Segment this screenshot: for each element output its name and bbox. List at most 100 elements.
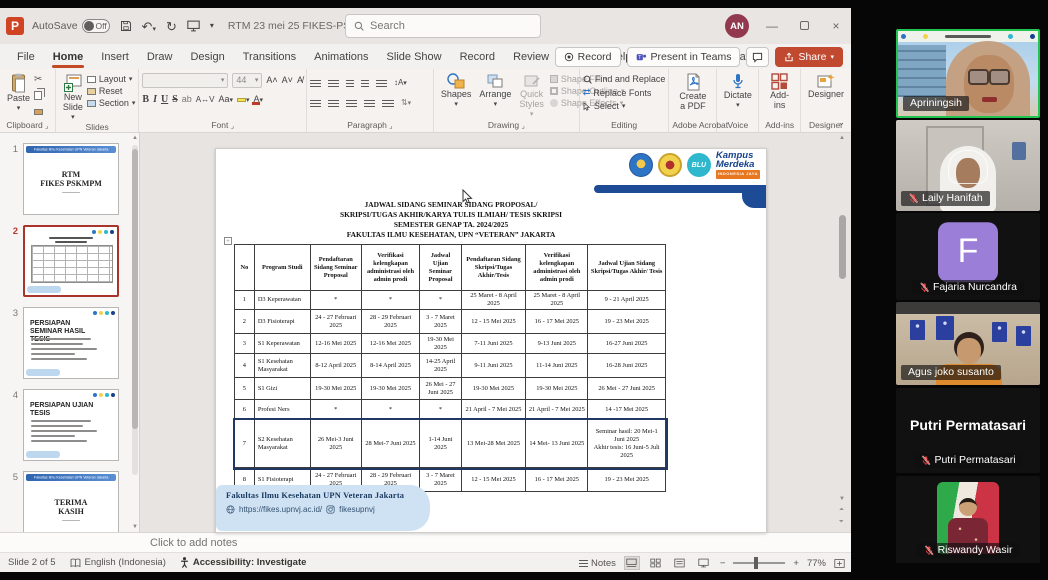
table-cell[interactable]: 13 Mei-28 Mei 2025	[461, 420, 526, 468]
font-size-combobox[interactable]: 44▾	[232, 73, 262, 88]
previous-slide-icon[interactable]: ⏶	[839, 507, 844, 514]
scroll-down-icon[interactable]: ▼	[839, 496, 845, 502]
table-cell[interactable]: 4	[235, 354, 255, 378]
table-row[interactable]: 6Profesi Ners***21 April - 7 Mei 202521 …	[235, 400, 666, 420]
tab-insert[interactable]: Insert	[92, 47, 138, 69]
table-cell[interactable]: 21 April - 7 Mei 2025	[461, 400, 526, 420]
slide-thumbnail-5[interactable]: Fakultas Ilmu Kesehatan UPN Veteran Jaka…	[23, 471, 119, 532]
autosave-switch[interactable]: Off	[82, 19, 110, 33]
table-cell[interactable]: D3 Fisioterapi	[254, 310, 310, 334]
table-cell[interactable]: 6	[235, 400, 255, 420]
table-row[interactable]: 1D3 Keperawatan***25 Maret - 8 April 202…	[235, 291, 666, 310]
decrease-indent-icon[interactable]	[346, 78, 354, 87]
slide-thumbnail-2[interactable]	[23, 225, 119, 297]
close-button[interactable]: ×	[827, 19, 845, 33]
tab-transitions[interactable]: Transitions	[234, 47, 305, 69]
table-cell[interactable]: 3 - 7 Maret 2025	[420, 310, 461, 334]
participant-tile[interactable]: Laily Hanifah	[896, 120, 1040, 211]
collapse-ribbon-icon[interactable]: ⌄	[837, 117, 845, 128]
clipboard-dialog-launcher[interactable]: ⌟	[45, 123, 48, 130]
zoom-slider-thumb[interactable]	[754, 557, 758, 569]
shapes-button[interactable]: Shapes ▾	[437, 72, 476, 110]
notes-pane[interactable]: Click to add notes	[0, 532, 851, 552]
copy-icon[interactable]	[34, 87, 43, 105]
dictate-button[interactable]: Dictate ▾	[720, 72, 756, 111]
table-cell[interactable]: Seminar hasil: 20 Mei-1 Juni 2025 Akhir …	[588, 420, 666, 468]
accessibility-status[interactable]: Accessibility: Investigate	[180, 557, 307, 568]
scrollbar-thumb[interactable]	[839, 215, 846, 279]
slide-thumbnail-1[interactable]: Fakultas Ilmu Kesehatan UPN Veteran Jaka…	[23, 143, 119, 215]
strikethrough-button[interactable]: S	[172, 94, 178, 105]
select-button[interactable]: Select ▾	[583, 101, 626, 111]
table-header-cell[interactable]: Jadwal Ujian Sidang Skripsi/Tugas Akhir/…	[588, 245, 666, 291]
table-header-cell[interactable]: No	[235, 245, 255, 291]
table-row[interactable]: 4S1 Kesehatan Masyarakat8-12 April 20258…	[235, 354, 666, 378]
table-cell[interactable]: 16-28 Juni 2025	[588, 354, 666, 378]
align-left-icon[interactable]	[310, 98, 321, 107]
table-cell[interactable]: 8-14 April 2025	[361, 354, 420, 378]
table-cell[interactable]: 28 - 29 Februari 2025	[361, 310, 420, 334]
autosave-toggle[interactable]: AutoSave Off	[32, 19, 110, 33]
slide-thumbnail-3[interactable]: PERSIAPAN SEMINAR HASIL TESIS	[23, 307, 119, 379]
table-cell[interactable]: 12-16 Mei 2025	[361, 334, 420, 354]
tab-file[interactable]: File	[8, 47, 44, 69]
schedule-table[interactable]: NoProgram StudiPendaftaran Sidang Semina…	[234, 244, 666, 492]
search-input[interactable]: Search	[345, 14, 541, 38]
slideshow-view-button[interactable]	[696, 556, 712, 570]
create-pdf-button[interactable]: Create a PDF	[675, 72, 710, 113]
table-cell[interactable]: 21 April - 7 Mei 2025	[526, 400, 588, 420]
section-button[interactable]: Section ▾	[87, 98, 136, 108]
paragraph-dialog-launcher[interactable]: ⌟	[389, 123, 392, 130]
arrange-button[interactable]: Arrange ▾	[475, 72, 515, 110]
slide-scrollbar[interactable]: ▲ ▼ ⏶ ⏷	[838, 135, 847, 530]
redo-icon[interactable]: ↻	[166, 20, 177, 33]
table-cell[interactable]: 24 - 27 Februari 2025	[310, 310, 361, 334]
table-cell[interactable]: S1 Kesehatan Masyarakat	[254, 354, 310, 378]
sort-direction-icon[interactable]: ↕A▾	[394, 78, 407, 87]
participant-tile[interactable]: Apriningsih	[896, 29, 1040, 118]
table-cell[interactable]: *	[420, 400, 461, 420]
line-spacing-icon[interactable]	[376, 78, 387, 87]
font-color-icon[interactable]: A▾	[254, 94, 264, 105]
participant-tile[interactable]: Agus joko susanto	[896, 302, 1040, 385]
maximize-button[interactable]	[795, 19, 813, 33]
table-header-cell[interactable]: Jadwal Ujian Seminar Proposal	[420, 245, 461, 291]
table-cell[interactable]: 2	[235, 310, 255, 334]
table-cell[interactable]: S1 Gizi	[254, 378, 310, 400]
notes-toggle-button[interactable]: Notes	[579, 558, 616, 569]
table-header-cell[interactable]: Pendaftaran Sidang Seminar Proposal	[310, 245, 361, 291]
slide-indicator[interactable]: Slide 2 of 5	[8, 557, 56, 568]
table-cell[interactable]: 19-30 Mei 2025	[310, 378, 361, 400]
table-cell[interactable]: 16-27 Juni 2025	[588, 334, 666, 354]
thumbs-scroll-up-icon[interactable]: ▲	[132, 135, 138, 141]
participant-tile[interactable]: Riswandy Wasir	[896, 476, 1040, 563]
align-center-icon[interactable]	[328, 98, 339, 107]
comments-button[interactable]	[746, 47, 769, 67]
bold-button[interactable]: B	[142, 94, 149, 105]
table-cell[interactable]: 1	[235, 291, 255, 310]
next-slide-icon[interactable]: ⏷	[839, 519, 844, 526]
underline-button[interactable]: U	[161, 94, 168, 105]
table-cell[interactable]: 5	[235, 378, 255, 400]
tab-review[interactable]: Review	[504, 47, 558, 69]
font-dialog-launcher[interactable]: ⌟	[231, 123, 234, 130]
tab-slide-show[interactable]: Slide Show	[378, 47, 451, 69]
table-cell[interactable]: 19-30 Mei 2025	[361, 378, 420, 400]
format-painter-icon[interactable]	[34, 107, 43, 118]
table-cell[interactable]: 16 - 17 Mei 2025	[526, 310, 588, 334]
participant-tile[interactable]: FFajaria Nurcandra	[896, 213, 1040, 300]
table-cell[interactable]: 26 Mei-3 Juni 2025	[310, 420, 361, 468]
language-selector[interactable]: English (Indonesia)	[70, 557, 166, 568]
table-cell[interactable]: *	[420, 291, 461, 310]
participant-tile[interactable]: Putri PermatasariPutri Permatasari	[896, 388, 1040, 473]
zoom-slider[interactable]	[733, 562, 785, 564]
table-cell[interactable]: *	[310, 400, 361, 420]
zoom-in-button[interactable]: +	[793, 558, 799, 569]
replace-fonts-button[interactable]: ⇄ Replace Fonts	[583, 87, 652, 98]
minimize-button[interactable]: —	[763, 19, 781, 33]
table-cell[interactable]: 26 Mei - 27 Juni 2025	[588, 378, 666, 400]
table-row[interactable]: 5S1 Gizi19-30 Mei 202519-30 Mei 202526 M…	[235, 378, 666, 400]
table-row[interactable]: 7S2 Kesehatan Masyarakat26 Mei-3 Juni 20…	[235, 420, 666, 468]
table-cell[interactable]: 7	[235, 420, 255, 468]
table-cell[interactable]: 19-30 Mei 2025	[420, 334, 461, 354]
